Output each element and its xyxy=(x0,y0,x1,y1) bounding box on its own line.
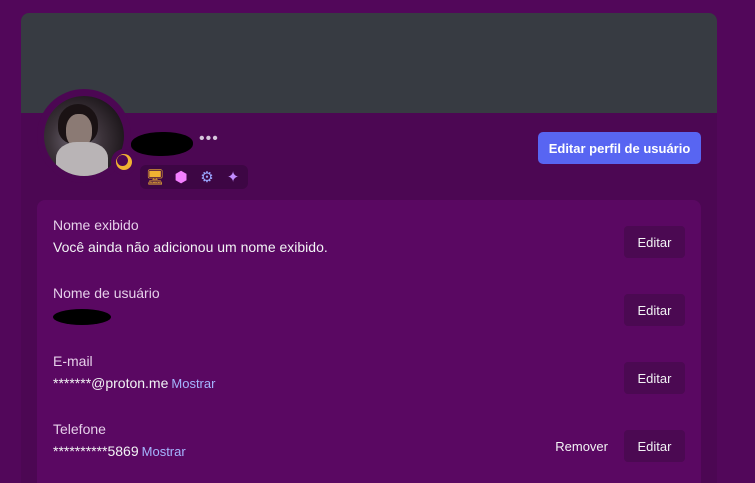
edit-username-button[interactable]: Editar xyxy=(624,294,685,326)
profile-banner xyxy=(21,13,717,113)
phone-value: **********5869 xyxy=(53,443,139,459)
reveal-phone-link[interactable]: Mostrar xyxy=(142,444,186,459)
nitro-badge-icon[interactable]: ⚙ xyxy=(196,165,218,189)
redacted-username-value xyxy=(53,309,111,325)
avatar-container[interactable] xyxy=(37,89,137,183)
edit-phone-button[interactable]: Editar xyxy=(624,430,685,462)
phone-label: Telefone xyxy=(53,421,106,437)
edit-display-name-button[interactable]: Editar xyxy=(624,226,685,258)
edit-email-button[interactable]: Editar xyxy=(624,362,685,394)
account-info-panel: Nome exibido Você ainda não adicionou um… xyxy=(37,200,701,483)
email-value: *******@proton.me xyxy=(53,375,169,391)
more-horizontal-icon[interactable]: ••• xyxy=(199,131,219,147)
moon-cutout xyxy=(117,155,128,166)
badge-list: 🖥 ⬢ ⚙ ✦ xyxy=(140,165,248,189)
remove-phone-button[interactable]: Remover xyxy=(549,430,614,462)
account-card: ••• 🖥 ⬢ ⚙ ✦ Editar perfil de usuário Nom… xyxy=(21,13,717,483)
email-value-row: *******@proton.me Mostrar xyxy=(53,375,215,391)
phone-value-row: **********5869 Mostrar xyxy=(53,443,186,459)
monitor-badge-icon[interactable]: 🖥 xyxy=(144,165,166,189)
display-name-field: Nome exibido Você ainda não adicionou um… xyxy=(53,217,685,265)
username-value xyxy=(53,307,111,328)
reveal-email-link[interactable]: Mostrar xyxy=(171,376,215,391)
edit-profile-button[interactable]: Editar perfil de usuário xyxy=(538,132,701,164)
avatar-body xyxy=(56,142,108,176)
email-field: E-mail *******@proton.me Mostrar Editar xyxy=(53,353,685,401)
idle-moon-icon xyxy=(116,154,132,170)
username-label: Nome de usuário xyxy=(53,285,160,301)
hypesquad-badge-icon[interactable]: ⬢ xyxy=(170,165,192,189)
display-name-label: Nome exibido xyxy=(53,217,139,233)
quest-badge-icon[interactable]: ✦ xyxy=(222,165,244,189)
status-indicator xyxy=(111,149,137,175)
username-field: Nome de usuário Editar xyxy=(53,285,685,333)
redacted-username xyxy=(131,132,193,156)
email-label: E-mail xyxy=(53,353,93,369)
display-name-value: Você ainda não adicionou um nome exibido… xyxy=(53,239,328,255)
phone-field: Telefone **********5869 Mostrar Remover E… xyxy=(53,421,685,469)
